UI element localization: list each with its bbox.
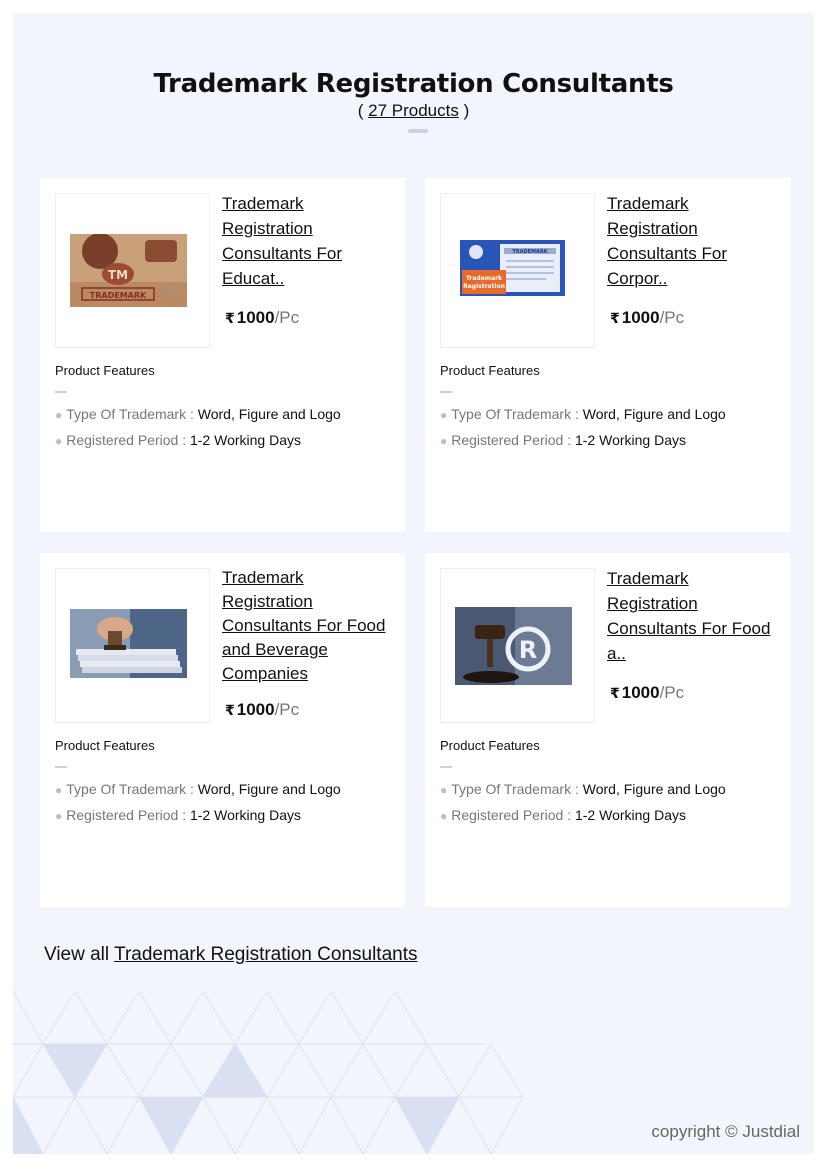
feature-label: Type Of Trademark : [66,406,194,422]
product-title-link[interactable]: Trademark Registration Consultants For F… [607,566,777,666]
product-image[interactable]: TRADEMARK Trademark Registration [440,193,595,348]
features-divider [55,766,67,768]
copyright-text: copyright © Justdial [651,1122,800,1141]
page-title: Trademark Registration Consultants [153,69,674,99]
product-image[interactable]: R [440,568,595,723]
feature-item: ● Registered Period : 1-2 Working Days [440,807,686,823]
feature-label: Registered Period : [451,807,572,823]
gavel-registered-image: R [455,607,572,685]
features-divider [440,766,452,768]
svg-text:Registration: Registration [463,283,505,290]
product-image[interactable] [55,568,210,723]
product-features-heading: Product Features [55,363,155,378]
product-card: R Trademark Registration Consultants For… [425,553,790,907]
feature-item: ● Type Of Trademark : Word, Figure and Lo… [440,406,726,422]
product-features-heading: Product Features [55,738,155,753]
feature-value: 1-2 Working Days [574,432,686,448]
stamping-documents-image [70,609,187,678]
product-features-heading: Product Features [440,363,540,378]
rupee-icon: ₹ [225,310,235,326]
feature-label: Type Of Trademark : [451,406,579,422]
rupee-icon: ₹ [610,685,620,701]
feature-item: ● Registered Period : 1-2 Working Days [55,432,301,448]
count-open-paren: ( [357,101,369,120]
features-divider [440,391,452,393]
product-price: ₹1000/Pc [225,700,299,720]
feature-value: Word, Figure and Logo [582,406,726,422]
bullet-icon: ● [440,783,448,797]
svg-text:R: R [519,636,537,664]
trademark-form-image: TRADEMARK Trademark Registration [460,240,565,296]
feature-value: Word, Figure and Logo [197,406,341,422]
bullet-icon: ● [440,809,448,823]
feature-label: Registered Period : [66,432,187,448]
product-title-link[interactable]: Trademark Registration Consultants For F… [222,566,392,686]
svg-text:TM: TM [108,268,128,282]
product-title-link[interactable]: Trademark Registration Consultants For C… [607,191,777,291]
price-amount: 1000 [236,700,275,719]
feature-value: 1-2 Working Days [189,807,301,823]
product-card: Trademark Registration Consultants For F… [40,553,405,907]
price-unit: /Pc [274,700,300,719]
rupee-icon: ₹ [610,310,620,326]
header: Trademark Registration Consultants ( 27 … [13,69,814,121]
feature-value: Word, Figure and Logo [582,781,726,797]
price-amount: 1000 [621,308,660,327]
title-divider [408,129,428,133]
feature-item: ● Registered Period : 1-2 Working Days [440,432,686,448]
feature-item: ● Registered Period : 1-2 Working Days [55,807,301,823]
tm-stamp-image: TM TRADEMARK [70,234,187,307]
features-divider [55,391,67,393]
feature-item: ● Type Of Trademark : Word, Figure and Lo… [440,781,726,797]
bullet-icon: ● [55,434,63,448]
rupee-icon: ₹ [225,702,235,718]
feature-value: 1-2 Working Days [574,807,686,823]
product-count: ( 27 Products ) [13,101,814,121]
feature-value: 1-2 Working Days [189,432,301,448]
product-price: ₹1000/Pc [610,308,684,328]
svg-text:Trademark: Trademark [466,275,503,282]
product-price: ₹1000/Pc [225,308,299,328]
bullet-icon: ● [55,408,63,422]
price-unit: /Pc [659,308,685,327]
price-amount: 1000 [621,683,660,702]
product-features-heading: Product Features [440,738,540,753]
product-image[interactable]: TM TRADEMARK [55,193,210,348]
count-close-paren: ) [458,101,470,120]
feature-value: Word, Figure and Logo [197,781,341,797]
view-all-link[interactable]: Trademark Registration Consultants [114,944,417,965]
price-unit: /Pc [274,308,300,327]
bullet-icon: ● [440,434,448,448]
price-unit: /Pc [659,683,685,702]
price-amount: 1000 [236,308,275,327]
feature-item: ● Type Of Trademark : Word, Figure and Lo… [55,781,341,797]
feature-label: Registered Period : [66,807,187,823]
product-card: TM TRADEMARK Trademark Registration Cons… [40,178,405,532]
feature-item: ● Type Of Trademark : Word, Figure and Lo… [55,406,341,422]
triangle-pattern-decoration [13,991,523,1154]
product-price: ₹1000/Pc [610,683,684,703]
svg-text:TRADEMARK: TRADEMARK [512,249,548,255]
view-all-prefix: View all [44,944,115,965]
bullet-icon: ● [55,809,63,823]
feature-label: Type Of Trademark : [66,781,194,797]
product-card: TRADEMARK Trademark Registration Tradema… [425,178,790,532]
feature-label: Registered Period : [451,432,572,448]
view-all: View all Trademark Registration Consulta… [44,944,418,966]
bullet-icon: ● [440,408,448,422]
page: Trademark Registration Consultants ( 27 … [13,13,814,1154]
svg-text:TRADEMARK: TRADEMARK [90,291,147,300]
feature-label: Type Of Trademark : [451,781,579,797]
product-count-link[interactable]: 27 Products [368,101,459,120]
product-title-link[interactable]: Trademark Registration Consultants For E… [222,191,392,291]
bullet-icon: ● [55,783,63,797]
